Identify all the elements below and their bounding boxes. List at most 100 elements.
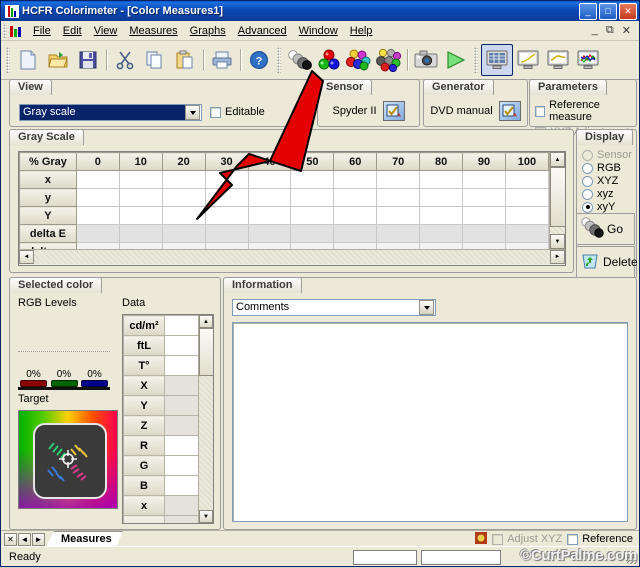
view-luminance-icon[interactable] <box>513 45 543 75</box>
save-disk-icon[interactable] <box>73 45 103 75</box>
primary-colors-icon[interactable] <box>314 45 344 75</box>
color-gamut-target-icon[interactable] <box>18 410 118 509</box>
menu-item-advanced[interactable]: Advanced <box>232 23 293 39</box>
editable-checkbox[interactable]: Editable <box>210 106 265 118</box>
tab-prev-button[interactable]: ◄ <box>18 533 31 546</box>
cell-deltae-20[interactable] <box>162 225 205 243</box>
cell-y-70[interactable] <box>377 189 420 207</box>
cell-Y-70[interactable] <box>377 207 420 225</box>
cell-y-80[interactable] <box>420 189 463 207</box>
tab-next-button[interactable]: ► <box>32 533 45 546</box>
view-spinner[interactable]: ▲ ▼ <box>300 101 314 121</box>
radio-xyz-small[interactable] <box>582 189 593 200</box>
cell-deltae-30[interactable] <box>205 225 248 243</box>
print-icon[interactable] <box>207 45 237 75</box>
tab-measures[interactable]: Measures <box>46 531 123 547</box>
cell-x-70[interactable] <box>377 171 420 189</box>
close-button[interactable]: ✕ <box>619 3 637 20</box>
vertical-scroll-thumb[interactable] <box>550 167 566 227</box>
cell-y-10[interactable] <box>119 189 162 207</box>
radio-rgb[interactable] <box>582 163 593 174</box>
cell-x-90[interactable] <box>463 171 506 189</box>
display-option-xyz-small[interactable]: xyz <box>582 188 636 200</box>
cell-Y-0[interactable] <box>76 207 119 225</box>
cell-x-50[interactable] <box>291 171 334 189</box>
cell-y-30[interactable] <box>205 189 248 207</box>
cell-x-60[interactable] <box>334 171 377 189</box>
display-option-xyz[interactable]: XYZ <box>582 175 636 187</box>
view-grid-icon[interactable] <box>481 44 513 76</box>
menu-item-view[interactable]: View <box>88 23 124 39</box>
cell-y-50[interactable] <box>291 189 334 207</box>
cell-deltae-90[interactable] <box>463 225 506 243</box>
reference-measure-checkbox[interactable]: Reference measure <box>535 99 636 123</box>
radio-xyY[interactable] <box>582 202 593 213</box>
open-folder-icon[interactable] <box>43 45 73 75</box>
paste-icon[interactable] <box>170 45 200 75</box>
cell-y-20[interactable] <box>162 189 205 207</box>
view-gamma-icon[interactable] <box>543 45 573 75</box>
data-scroll-up-icon[interactable]: ▲ <box>199 315 213 328</box>
scroll-up-icon[interactable]: ▲ <box>550 152 565 167</box>
cell-y-0[interactable] <box>76 189 119 207</box>
cell-Y-30[interactable] <box>205 207 248 225</box>
delete-button[interactable]: Delete <box>576 246 635 278</box>
toolbar-grip-3[interactable] <box>474 47 478 73</box>
cell-Y-20[interactable] <box>162 207 205 225</box>
reference-checkbox[interactable]: Reference <box>567 533 633 545</box>
mdi-minimize-button[interactable]: _ <box>590 24 600 37</box>
cell-Y-50[interactable] <box>291 207 334 225</box>
cell-y-40[interactable] <box>248 189 291 207</box>
cell-deltae-0[interactable] <box>76 225 119 243</box>
cell-deltae-40[interactable] <box>248 225 291 243</box>
radio-xyz[interactable] <box>582 176 593 187</box>
tab-close-button[interactable]: ✕ <box>4 533 17 546</box>
spinner-down-icon[interactable]: ▼ <box>300 111 314 121</box>
cell-x-40[interactable] <box>248 171 291 189</box>
cell-deltae-100[interactable] <box>505 225 548 243</box>
cell-y-90[interactable] <box>463 189 506 207</box>
gray-scale-table[interactable]: % Gray 0 10 20 30 40 50 60 70 80 90 100 <box>19 152 549 249</box>
data-scroll-thumb[interactable] <box>199 328 214 376</box>
menu-item-edit[interactable]: Edit <box>57 23 88 39</box>
selected-color-data-grid[interactable]: cd/m² ftL T° X Y Z R G B x y Y ▲ <box>122 314 214 524</box>
cell-deltae-10[interactable] <box>119 225 162 243</box>
cell-x-0[interactable] <box>76 171 119 189</box>
reference-checkbox-box[interactable] <box>567 534 578 545</box>
camera-icon[interactable] <box>411 45 441 75</box>
cell-x-30[interactable] <box>205 171 248 189</box>
chevron-down-icon[interactable] <box>185 105 200 120</box>
cell-Y-90[interactable] <box>463 207 506 225</box>
toolbar-grip-2[interactable] <box>277 47 281 73</box>
cell-deltae-50[interactable] <box>291 225 334 243</box>
generator-config-button[interactable] <box>499 101 521 121</box>
maximize-button[interactable]: □ <box>599 3 617 20</box>
menu-grip[interactable] <box>3 24 7 38</box>
cell-deltae-70[interactable] <box>377 225 420 243</box>
reference-measure-checkbox-box[interactable] <box>535 106 545 117</box>
cell-Y-60[interactable] <box>334 207 377 225</box>
cell-x-80[interactable] <box>420 171 463 189</box>
toolbar-grip-1[interactable] <box>6 47 10 73</box>
mdi-restore-button[interactable]: ⧉ <box>604 24 616 37</box>
cut-scissors-icon[interactable] <box>110 45 140 75</box>
grid-horizontal-scrollbar[interactable]: ◄ ► <box>19 249 565 265</box>
cell-x-100[interactable] <box>505 171 548 189</box>
go-button[interactable]: Go <box>576 213 635 245</box>
cell-deltae-60[interactable] <box>334 225 377 243</box>
sensor-config-button[interactable] <box>383 101 405 121</box>
mdi-close-button[interactable]: ✕ <box>620 24 633 37</box>
cell-x-20[interactable] <box>162 171 205 189</box>
new-document-icon[interactable] <box>13 45 43 75</box>
display-option-xyY[interactable]: xyY <box>582 201 636 213</box>
data-scroll-down-icon[interactable]: ▼ <box>199 510 213 523</box>
secondary-colors-icon[interactable] <box>344 45 374 75</box>
grid-vertical-scrollbar[interactable]: ▲ ▼ <box>549 152 565 249</box>
menu-item-window[interactable]: Window <box>293 23 344 39</box>
data-grid-scrollbar[interactable]: ▲ ▼ <box>198 315 213 523</box>
menu-item-help[interactable]: Help <box>344 23 379 39</box>
comments-textarea[interactable] <box>232 322 628 522</box>
scroll-down-icon[interactable]: ▼ <box>550 234 565 249</box>
display-option-rgb[interactable]: RGB <box>582 162 636 174</box>
cell-Y-10[interactable] <box>119 207 162 225</box>
